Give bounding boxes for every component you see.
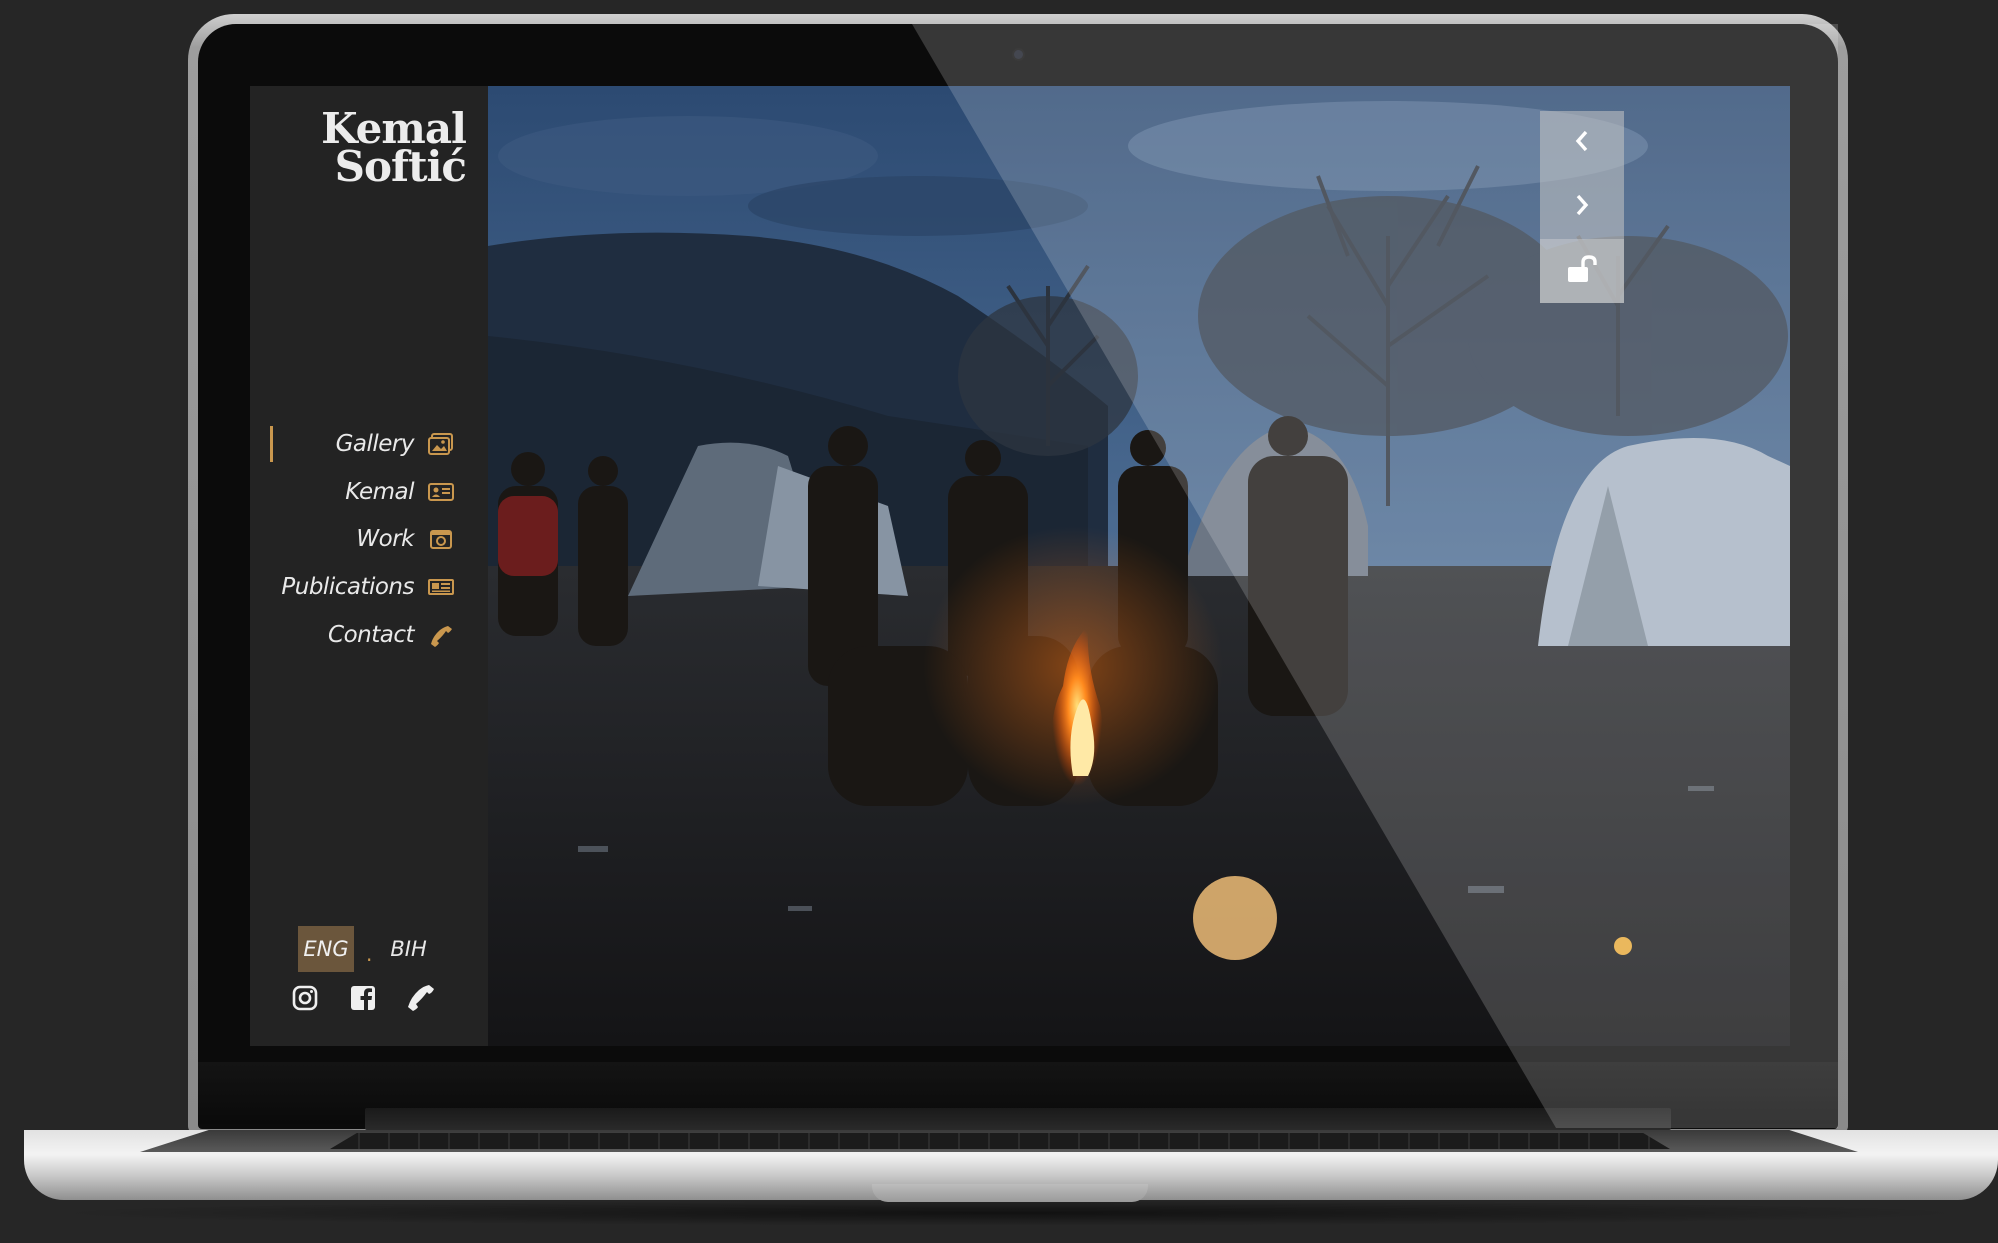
chevron-right-icon — [1572, 192, 1592, 222]
phone-icon — [428, 624, 454, 647]
nav-item-label: Contact — [328, 622, 414, 648]
nav-item-contact[interactable]: Contact — [328, 615, 454, 655]
laptop-mockup: Kemal Softić Gallery Kemal Work Publicat… — [0, 0, 1998, 1243]
prev-slide-button[interactable] — [1540, 111, 1624, 175]
language-switcher: ENG . BIH — [298, 926, 427, 972]
webcam — [1014, 50, 1023, 59]
id-card-icon — [428, 481, 454, 503]
chevron-left-icon — [1572, 128, 1592, 158]
nav-item-label: Work — [356, 526, 414, 552]
nav-item-label: Publications — [281, 574, 414, 600]
nav-item-gallery[interactable]: Gallery — [336, 424, 454, 464]
active-nav-indicator — [270, 426, 273, 462]
keyboard — [330, 1133, 1670, 1149]
nav-item-kemal[interactable]: Kemal — [345, 472, 454, 512]
nav-item-work[interactable]: Work — [356, 519, 454, 559]
slider-controls — [1540, 111, 1624, 303]
laptop-shadow — [40, 1200, 1980, 1226]
language-eng[interactable]: ENG — [298, 926, 354, 972]
instagram-icon[interactable] — [290, 983, 320, 1013]
facebook-icon[interactable] — [348, 983, 378, 1013]
social-links — [290, 983, 436, 1013]
language-bih[interactable]: BIH — [390, 937, 426, 961]
camera-icon — [428, 528, 454, 550]
laptop-hinge — [365, 1108, 1671, 1130]
unlock-icon — [1565, 254, 1599, 288]
cursor-highlight-dot[interactable] — [1193, 876, 1277, 960]
trackpad-notch — [872, 1184, 1148, 1202]
unlock-button[interactable] — [1540, 239, 1624, 303]
newspaper-icon — [428, 576, 454, 598]
nav-item-label: Gallery — [335, 431, 415, 457]
hero-photo[interactable] — [488, 86, 1790, 1046]
nav-item-label: Kemal — [345, 479, 414, 505]
next-slide-button[interactable] — [1540, 175, 1624, 239]
gallery-icon — [428, 433, 454, 455]
logo-last-name: Softić — [334, 142, 467, 191]
language-separator: . — [366, 942, 373, 966]
phone-icon[interactable] — [406, 983, 436, 1013]
sidebar: Kemal Softić Gallery Kemal Work Publicat… — [250, 86, 488, 1046]
site-logo[interactable]: Kemal Softić — [321, 108, 467, 191]
nav-item-publications[interactable]: Publications — [281, 567, 454, 607]
website-screen: Kemal Softić Gallery Kemal Work Publicat… — [250, 86, 1790, 1046]
